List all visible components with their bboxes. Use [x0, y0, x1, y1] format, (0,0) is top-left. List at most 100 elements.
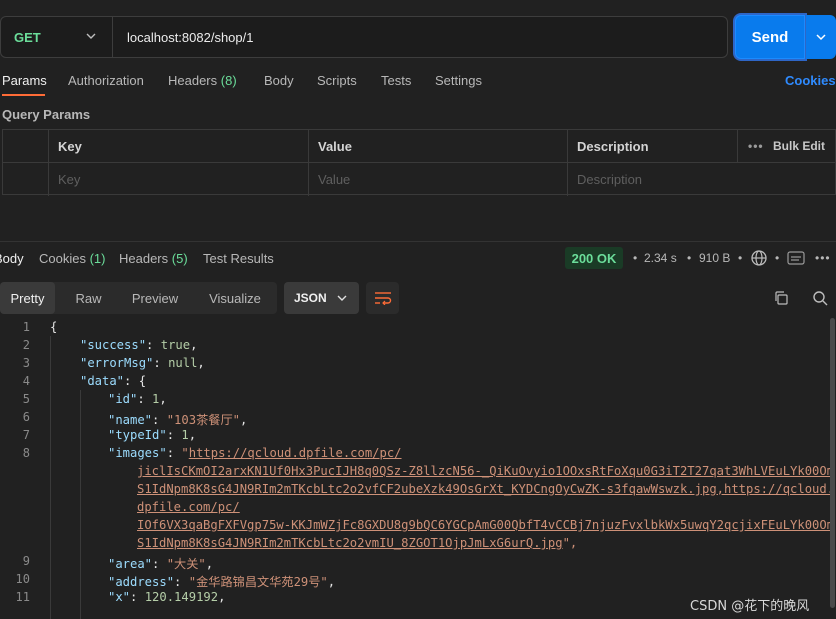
response-cookies-count: (1)	[89, 251, 106, 266]
line-number: 10	[15, 572, 30, 586]
value-input[interactable]: Value	[308, 163, 568, 196]
response-tab-test-results[interactable]: Test Results	[203, 251, 274, 266]
checkbox-column	[3, 130, 48, 163]
json-key: "area"	[108, 557, 153, 571]
format-label: JSON	[294, 291, 327, 305]
line-number: 2	[22, 338, 30, 352]
json-value: 120.149192	[144, 590, 219, 604]
code-line: S1IdNpm8K8sG4JN9RIm2mTKcbLtc2o2vmIU_8ZGO…	[137, 536, 577, 550]
row-checkbox[interactable]	[3, 163, 48, 196]
tab-tests[interactable]: Tests	[381, 73, 411, 88]
json-key: "images"	[108, 446, 167, 460]
globe-icon[interactable]	[750, 249, 768, 267]
json-value: null	[168, 356, 198, 370]
response-tab-body[interactable]: Body	[0, 251, 24, 266]
line-number: 9	[22, 554, 30, 568]
response-time[interactable]: 2.34 s	[644, 251, 677, 265]
active-tab-indicator	[2, 94, 45, 96]
line-number: 5	[22, 392, 30, 406]
save-response-icon[interactable]	[787, 250, 805, 266]
more-options-icon[interactable]: •••	[815, 251, 831, 265]
json-quote-end: ",	[562, 536, 578, 550]
more-icon[interactable]: •••	[748, 139, 764, 153]
json-key: "typeId"	[108, 428, 167, 442]
pane-divider[interactable]	[0, 241, 836, 242]
url-input[interactable]: localhost:8082/shop/1	[113, 30, 253, 45]
vertical-scrollbar[interactable]	[830, 318, 835, 608]
indent-guide	[50, 336, 51, 619]
view-visualize[interactable]: Visualize	[198, 282, 272, 314]
copy-icon	[775, 291, 788, 305]
code-line: "errorMsg": null,	[80, 356, 205, 370]
cookies-link[interactable]: Cookies	[785, 73, 836, 88]
json-key: "errorMsg"	[80, 356, 154, 370]
json-brace: {	[138, 374, 147, 388]
query-params-table: Key Value Description ••• Bulk Edit Key …	[2, 129, 836, 196]
response-cookies-label: Cookies	[39, 251, 86, 266]
code-line: "success": true,	[80, 338, 198, 352]
table-header-row: Key Value Description ••• Bulk Edit	[3, 130, 835, 163]
description-input[interactable]: Description	[567, 163, 836, 196]
search-button[interactable]	[810, 288, 830, 308]
column-value: Value	[308, 130, 568, 163]
response-tab-cookies[interactable]: Cookies (1)	[39, 251, 105, 266]
chevron-down-icon	[86, 33, 96, 39]
tab-settings[interactable]: Settings	[435, 73, 482, 88]
line-number: 1	[22, 320, 30, 334]
chevron-down-icon	[816, 34, 826, 41]
response-size[interactable]: 910 B	[699, 251, 730, 265]
json-value: "大关"	[166, 557, 206, 571]
code-line: {	[50, 320, 57, 334]
dot-separator: •	[775, 251, 780, 265]
view-pretty[interactable]: Pretty	[0, 282, 55, 314]
line-number: 6	[22, 410, 30, 424]
code-line: jiclIsCKmOI2arxKN1Uf0Hx3PucIJH8q0QSz-Z8l…	[137, 464, 830, 478]
response-headers-label: Headers	[119, 251, 169, 266]
code-line: "x": 120.149192,	[108, 590, 226, 604]
view-raw[interactable]: Raw	[61, 282, 116, 314]
image-link[interactable]: S1IdNpm8K8sG4JN9RIm2mTKcbLtc2o2vfCF2ubeX…	[137, 482, 830, 496]
status-badge[interactable]: 200 OK	[565, 247, 623, 269]
line-number: 11	[15, 590, 30, 604]
response-tab-headers[interactable]: Headers (5)	[119, 251, 188, 266]
image-link[interactable]: IOf6VX3qaBgFXFVgp75w-KKJmWZjFc8GXDU8g9bQ…	[137, 518, 830, 532]
code-line: "name": "103茶餐厅",	[108, 413, 248, 427]
tab-headers-label: Headers	[168, 73, 218, 88]
key-input[interactable]: Key	[48, 163, 308, 196]
image-link[interactable]: S1IdNpm8K8sG4JN9RIm2mTKcbLtc2o2vmIU_8ZGO…	[137, 536, 563, 550]
code-line: IOf6VX3qaBgFXFVgp75w-KKJmWZjFc8GXDU8g9bQ…	[137, 518, 830, 532]
code-line: "area": "大关",	[108, 557, 214, 571]
response-headers-count: (5)	[171, 251, 188, 266]
code-line: "typeId": 1,	[108, 428, 197, 442]
image-link[interactable]: https://qcloud.dpfile.com/pc/	[189, 446, 402, 460]
search-icon	[813, 291, 828, 306]
tab-headers[interactable]: Headers (8)	[168, 73, 237, 88]
wrap-lines-button[interactable]	[366, 282, 399, 314]
view-preview[interactable]: Preview	[124, 282, 186, 314]
response-body-editor[interactable]: 1 2 3 4 5 6 7 8 9 10 11 { "success": tru…	[0, 318, 830, 619]
tab-scripts[interactable]: Scripts	[317, 73, 357, 88]
tab-authorization[interactable]: Authorization	[68, 73, 144, 88]
send-button[interactable]: Send	[735, 15, 805, 59]
watermark: CSDN @花下的晚风	[690, 599, 810, 614]
code-line: S1IdNpm8K8sG4JN9RIm2mTKcbLtc2o2vfCF2ubeX…	[137, 482, 830, 496]
json-key: "name"	[108, 413, 153, 427]
bulk-edit-button[interactable]: Bulk Edit	[773, 139, 825, 153]
format-select[interactable]: JSON	[284, 282, 359, 314]
json-value: "103茶餐厅"	[166, 413, 240, 427]
tab-headers-count: (8)	[220, 73, 237, 88]
image-link[interactable]: dpfile.com/pc/	[137, 500, 240, 514]
json-key: "id"	[108, 392, 138, 406]
code-line: dpfile.com/pc/	[137, 500, 240, 514]
tab-params[interactable]: Params	[2, 73, 47, 88]
json-quote: "	[181, 446, 189, 460]
image-link[interactable]: jiclIsCKmOI2arxKN1Uf0Hx3PucIJH8q0QSz-Z8l…	[137, 464, 830, 478]
tab-body[interactable]: Body	[264, 73, 294, 88]
json-value: true	[160, 338, 191, 352]
chevron-down-icon	[337, 295, 347, 301]
copy-button[interactable]	[771, 288, 791, 308]
json-key: "success"	[80, 338, 147, 352]
method-select[interactable]: GET	[1, 17, 113, 57]
json-key: "data"	[80, 374, 125, 388]
send-options-button[interactable]	[806, 15, 836, 59]
